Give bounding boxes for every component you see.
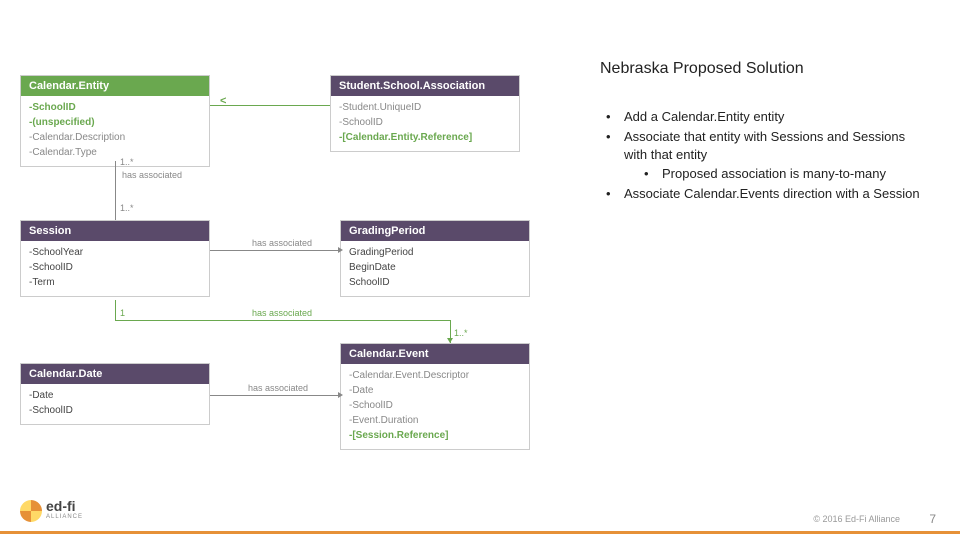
logo: ed-fi ALLIANCE	[20, 496, 100, 526]
slide: Calendar.Entity -SchoolID -(unspecified)…	[0, 0, 960, 540]
field: -Date	[349, 383, 521, 398]
page-number: 7	[929, 512, 936, 526]
field: -SchoolYear	[29, 245, 201, 260]
entity-fields: -Date -SchoolID	[21, 384, 209, 424]
entity-fields: GradingPeriod BeginDate SchoolID	[341, 241, 529, 296]
footer: ed-fi ALLIANCE © 2016 Ed-Fi Alliance 7	[0, 490, 960, 540]
label-multiplicity: 1..*	[454, 328, 468, 338]
entity-fields: -SchoolYear -SchoolID -Term	[21, 241, 209, 296]
er-diagram: Calendar.Entity -SchoolID -(unspecified)…	[20, 75, 580, 475]
field: GradingPeriod	[349, 245, 521, 260]
logo-sun-icon	[20, 500, 42, 522]
field: -Calendar.Description	[29, 130, 201, 145]
sub-list: Proposed association is many-to-many	[638, 165, 930, 183]
label-has-associated: has associated	[252, 238, 312, 248]
field: SchoolID	[349, 275, 521, 290]
entity-header: GradingPeriod	[341, 221, 529, 241]
entity-header: Student.School.Association	[331, 76, 519, 96]
connector	[115, 300, 116, 320]
list-item: Associate that entity with Sessions and …	[600, 128, 930, 183]
field: -(unspecified)	[29, 115, 201, 130]
field: -SchoolID	[339, 115, 511, 130]
entity-student-school-association: Student.School.Association -Student.Uniq…	[330, 75, 520, 152]
connector	[210, 105, 330, 106]
entity-grading-period: GradingPeriod GradingPeriod BeginDate Sc…	[340, 220, 530, 297]
field: -Calendar.Type	[29, 145, 201, 160]
entity-fields: -Calendar.Event.Descriptor -Date -School…	[341, 364, 529, 449]
entity-fields: -Student.UniqueID -SchoolID -[Calendar.E…	[331, 96, 519, 151]
slide-heading: Nebraska Proposed Solution	[600, 60, 930, 78]
crowfoot-icon: <	[220, 95, 226, 107]
field: -Calendar.Event.Descriptor	[349, 368, 521, 383]
connector	[115, 320, 450, 321]
arrow-icon	[447, 338, 453, 343]
field: -SchoolID	[349, 398, 521, 413]
list-item-text: Associate that entity with Sessions and …	[624, 129, 905, 162]
copyright: © 2016 Ed-Fi Alliance	[813, 514, 900, 524]
field: BeginDate	[349, 260, 521, 275]
field: -Date	[29, 388, 201, 403]
bullet-list: Add a Calendar.Entity entity Associate t…	[600, 108, 930, 203]
logo-subtext: ALLIANCE	[46, 514, 83, 520]
entity-calendar-event: Calendar.Event -Calendar.Event.Descripto…	[340, 343, 530, 450]
field: -Event.Duration	[349, 413, 521, 428]
entity-calendar-entity: Calendar.Entity -SchoolID -(unspecified)…	[20, 75, 210, 167]
label-has-associated: has associated	[122, 170, 182, 180]
text-panel: Nebraska Proposed Solution Add a Calenda…	[600, 60, 930, 205]
label-multiplicity: 1..*	[120, 203, 134, 213]
logo-text: ed-fi	[46, 498, 76, 514]
entity-session: Session -SchoolYear -SchoolID -Term	[20, 220, 210, 297]
field: -SchoolID	[29, 403, 201, 418]
connector	[210, 395, 340, 396]
arrow-icon	[338, 247, 343, 253]
list-item: Proposed association is many-to-many	[638, 165, 930, 183]
entity-calendar-date: Calendar.Date -Date -SchoolID	[20, 363, 210, 425]
field: -[Session.Reference]	[349, 428, 521, 443]
connector	[210, 250, 340, 251]
entity-fields: -SchoolID -(unspecified) -Calendar.Descr…	[21, 96, 209, 166]
list-item: Add a Calendar.Entity entity	[600, 108, 930, 126]
entity-header: Calendar.Date	[21, 364, 209, 384]
field: -[Calendar.Entity.Reference]	[339, 130, 511, 145]
field: -Term	[29, 275, 201, 290]
label-multiplicity: 1	[120, 308, 125, 318]
label-multiplicity: 1..*	[120, 157, 134, 167]
entity-header: Calendar.Event	[341, 344, 529, 364]
label-has-associated: has associated	[248, 383, 308, 393]
field: -SchoolID	[29, 100, 201, 115]
entity-header: Calendar.Entity	[21, 76, 209, 96]
field: -Student.UniqueID	[339, 100, 511, 115]
list-item: Associate Calendar.Events direction with…	[600, 185, 930, 203]
footer-rule	[0, 531, 960, 534]
entity-header: Session	[21, 221, 209, 241]
label-has-associated: has associated	[252, 308, 312, 318]
connector	[115, 161, 116, 220]
field: -SchoolID	[29, 260, 201, 275]
arrow-icon	[338, 392, 343, 398]
